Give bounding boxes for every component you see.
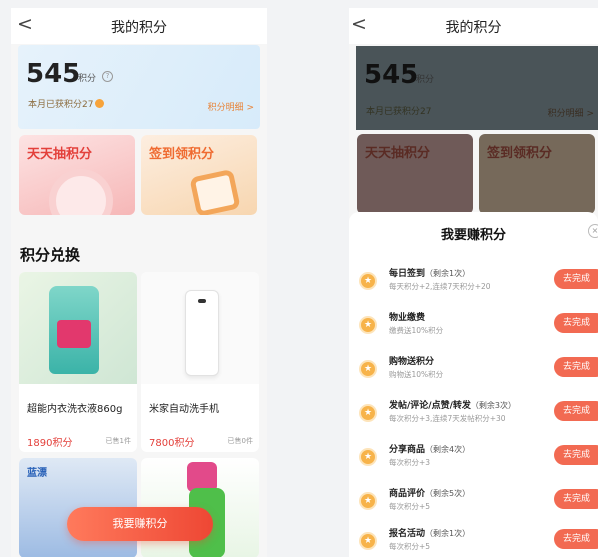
- product-image: [19, 272, 137, 384]
- earn-points-screen: < 我的积分 545 积分 本月已获积分27 积分明细 > 天天抽积分 签到领积…: [349, 8, 598, 557]
- task-name: 发帖/评论/点赞/转发: [389, 401, 471, 411]
- task-item: ★ 每日签到（剩余1次） 每天积分+2,连续7天积分+20 去完成: [349, 264, 598, 304]
- task-name: 物业缴费: [389, 313, 426, 323]
- task-item: ★ 物业缴费 缴费送10%积分 去完成: [349, 308, 598, 348]
- task-description: 每次积分+3: [389, 458, 431, 467]
- task-description: 每天积分+2,连续7天积分+20: [389, 282, 491, 291]
- product-price: 1890积分: [27, 438, 73, 449]
- product-card[interactable]: 超能内衣洗衣液860g 1890积分 已售1件: [19, 272, 137, 452]
- task-item: ★ 发帖/评论/点赞/转发（剩余3次） 每次积分+3,连续7天发帖积分+30 去…: [349, 396, 598, 436]
- product-sold: 已售1件: [105, 437, 131, 445]
- product-name: 超能内衣洗衣液860g: [27, 404, 123, 415]
- points-detail-link: 积分明细 >: [547, 109, 594, 119]
- task-item: ★ 报名活动（剩余1次） 每次积分+5 去完成: [349, 524, 598, 557]
- task-item: ★ 购物送积分 购物送10%积分 去完成: [349, 352, 598, 392]
- checkin-title: 签到领积分: [149, 147, 215, 162]
- task-name: 报名活动: [389, 529, 426, 539]
- coin-icon: [95, 99, 105, 108]
- bottle-label: [57, 320, 91, 348]
- task-title: 每日签到（剩余1次）: [389, 266, 470, 279]
- task-item: ★ 商品评价（剩余5次） 每次积分+5 去完成: [349, 484, 598, 524]
- detergent-bottle-image: [49, 286, 99, 374]
- monthly-earned-text: 本月已获积分27: [366, 107, 432, 117]
- task-description: 购物送10%积分: [389, 370, 444, 379]
- nav-bar: < 我的积分: [11, 8, 267, 44]
- task-name: 每日签到: [389, 269, 426, 279]
- points-screen: < 我的积分 545 积分 ? 本月已获积分27 积分明细 > 天天抽积分 签到…: [11, 8, 267, 557]
- task-title: 发帖/评论/点赞/转发（剩余3次）: [389, 398, 516, 411]
- earn-points-button[interactable]: 我要赚积分: [67, 507, 213, 541]
- monthly-earned: 本月已获积分27: [28, 97, 105, 110]
- points-unit: 积分: [78, 74, 97, 84]
- task-title: 分享商品（剩余4次）: [389, 442, 470, 455]
- points-unit: 积分: [416, 75, 435, 85]
- points-card: 545 积分 本月已获积分27 积分明细 >: [356, 46, 598, 130]
- task-name: 商品评价: [389, 489, 426, 499]
- brand-logo: 蓝漂: [27, 468, 47, 479]
- task-title: 报名活动（剩余1次）: [389, 526, 470, 539]
- product-price: 7800积分: [149, 438, 195, 449]
- product-card[interactable]: 米家自动洗手机 7800积分 已售0件: [141, 272, 259, 452]
- task-remaining: （剩余1次）: [425, 529, 471, 538]
- task-title: 物业缴费: [389, 310, 425, 323]
- monthly-earned-text: 本月已获积分27: [28, 100, 94, 110]
- star-coin-icon: ★: [359, 532, 377, 550]
- points-detail-link[interactable]: 积分明细 >: [208, 100, 254, 113]
- lottery-title: 天天抽积分: [27, 147, 93, 162]
- soap-dispenser-image: [185, 290, 219, 376]
- complete-task-button[interactable]: 去完成: [554, 445, 598, 465]
- sheet-title: 我要赚积分: [440, 228, 506, 243]
- star-coin-icon: ★: [359, 316, 377, 334]
- wheel-icon: [49, 169, 113, 215]
- task-name: 购物送积分: [389, 357, 435, 367]
- task-item: ★ 分享商品（剩余4次） 每次积分+3 去完成: [349, 440, 598, 480]
- close-circle-icon[interactable]: ×: [588, 224, 598, 238]
- earn-points-sheet: 我要赚积分 × ★ 每日签到（剩余1次） 每天积分+2,连续7天积分+20 去完…: [349, 212, 598, 557]
- lottery-title: 天天抽积分: [365, 146, 431, 161]
- page-title: 我的积分: [111, 20, 167, 36]
- task-title: 商品评价（剩余5次）: [389, 486, 470, 499]
- task-description: 每次积分+5: [389, 502, 431, 511]
- checkin-banner[interactable]: 签到领积分: [141, 135, 257, 215]
- complete-task-button[interactable]: 去完成: [554, 357, 598, 377]
- task-remaining: （剩余5次）: [425, 489, 471, 498]
- complete-task-button[interactable]: 去完成: [554, 529, 598, 549]
- product-name: 米家自动洗手机: [149, 404, 219, 415]
- daily-lottery-banner[interactable]: 天天抽积分: [19, 135, 135, 215]
- product-image: [141, 272, 259, 384]
- points-card: 545 积分 ? 本月已获积分27 积分明细 >: [18, 45, 260, 129]
- points-balance: 545: [26, 59, 81, 89]
- complete-task-button[interactable]: 去完成: [554, 269, 598, 289]
- task-title: 购物送积分: [389, 354, 434, 367]
- star-coin-icon: ★: [359, 360, 377, 378]
- calendar-check-icon: [189, 168, 241, 215]
- product-sold: 已售0件: [227, 437, 253, 445]
- complete-task-button[interactable]: 去完成: [554, 401, 598, 421]
- complete-task-button[interactable]: 去完成: [554, 489, 598, 509]
- star-coin-icon: ★: [359, 272, 377, 290]
- task-description: 缴费送10%积分: [389, 326, 444, 335]
- task-remaining: （剩余3次）: [470, 401, 516, 410]
- checkin-title: 签到领积分: [487, 146, 553, 161]
- daily-lottery-banner: 天天抽积分: [357, 134, 473, 214]
- nav-bar: < 我的积分: [349, 8, 598, 44]
- star-coin-icon: ★: [359, 404, 377, 422]
- dimmed-background: 545 积分 本月已获积分27 积分明细 > 天天抽积分 签到领积分: [349, 44, 598, 214]
- task-remaining: （剩余1次）: [425, 269, 471, 278]
- task-description: 每次积分+3,连续7天发帖积分+30: [389, 414, 506, 423]
- star-coin-icon: ★: [359, 492, 377, 510]
- task-remaining: （剩余4次）: [425, 445, 471, 454]
- complete-task-button[interactable]: 去完成: [554, 313, 598, 333]
- help-circle-icon[interactable]: ?: [102, 71, 113, 82]
- exchange-section-title: 积分兑换: [20, 246, 81, 264]
- points-balance: 545: [364, 60, 419, 90]
- page-title: 我的积分: [445, 20, 502, 36]
- star-coin-icon: ★: [359, 448, 377, 466]
- task-name: 分享商品: [389, 445, 426, 455]
- dispenser-sensor: [198, 299, 206, 303]
- task-description: 每次积分+5: [389, 542, 431, 551]
- checkin-banner: 签到领积分: [479, 134, 595, 214]
